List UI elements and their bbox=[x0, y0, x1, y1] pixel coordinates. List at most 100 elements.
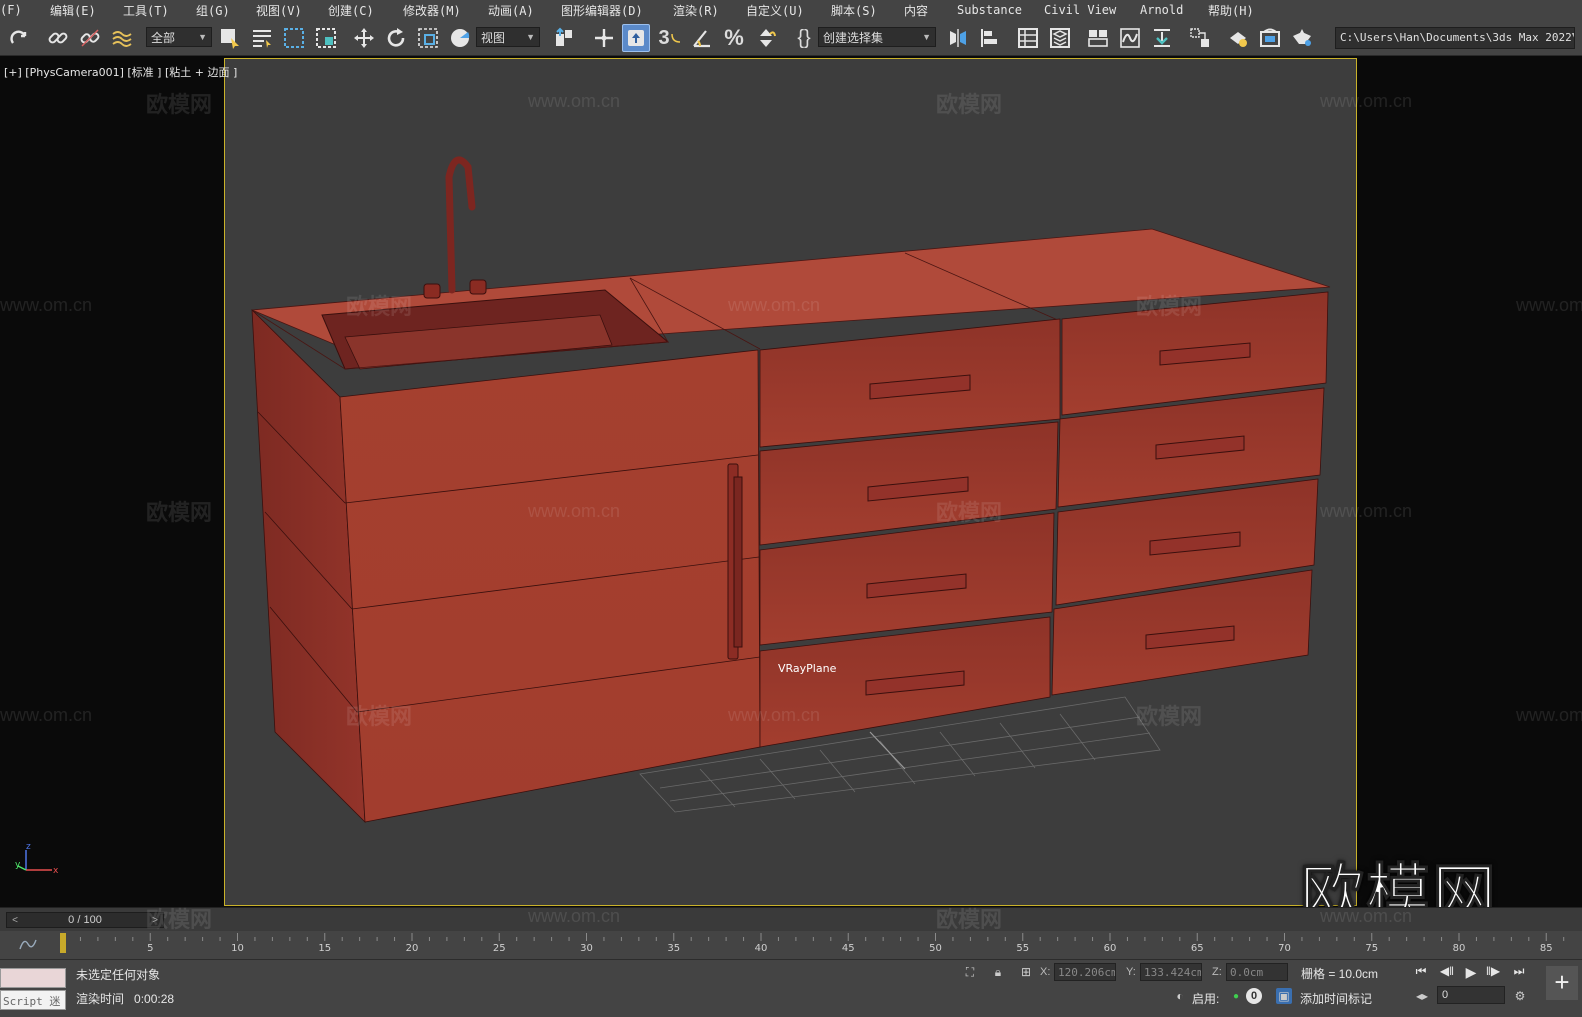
menu-civil-view[interactable]: Civil View bbox=[1044, 3, 1116, 17]
status-indicator-icon: ● bbox=[1232, 991, 1240, 1002]
named-selection-value: 创建选择集 bbox=[823, 30, 884, 45]
absolute-mode-icon[interactable]: ⊞ bbox=[1018, 964, 1034, 980]
time-tag-icon[interactable]: ▣ bbox=[1276, 988, 1292, 1004]
menu-scripting[interactable]: 脚本(S) bbox=[831, 2, 877, 19]
lock-icon[interactable]: 🔒︎ bbox=[990, 964, 1006, 980]
material-editor-icon[interactable] bbox=[1186, 24, 1214, 52]
menu-animation[interactable]: 动画(A) bbox=[488, 2, 534, 19]
watermark-url: www.om.cn bbox=[528, 906, 621, 926]
menu-help[interactable]: 帮助(H) bbox=[1208, 2, 1254, 19]
scene-render bbox=[251, 156, 1331, 824]
snaps-toggle-icon[interactable]: 3 bbox=[656, 24, 684, 52]
menu-customize[interactable]: 自定义(U) bbox=[746, 2, 804, 19]
select-manipulate-icon[interactable] bbox=[590, 24, 618, 52]
rect-selection-region-icon[interactable] bbox=[280, 24, 308, 52]
key-mode-icon[interactable]: ◂▸ bbox=[1414, 988, 1430, 1004]
viewport-label[interactable]: [+] [PhysCamera001] [标准 ] [粘土 + 边面 ] bbox=[4, 64, 237, 80]
maxscript-listener[interactable]: Script 迷 bbox=[0, 968, 66, 1012]
percent-snap-icon[interactable]: % bbox=[720, 24, 748, 52]
maxscript-output[interactable] bbox=[0, 968, 66, 988]
ref-coord-dropdown[interactable]: 视图 ▼ bbox=[476, 27, 540, 47]
angle-snap-icon[interactable] bbox=[688, 24, 716, 52]
axis-z-label: z bbox=[26, 842, 31, 852]
time-configuration-icon[interactable]: ⚙ bbox=[1512, 988, 1528, 1004]
menu-rendering[interactable]: 渲染(R) bbox=[673, 2, 719, 19]
chevron-down-icon: ▼ bbox=[922, 32, 931, 42]
select-by-name-icon[interactable] bbox=[248, 24, 276, 52]
place-icon[interactable] bbox=[446, 24, 474, 52]
object-label-vrayplane: VRayPlane bbox=[778, 662, 837, 675]
menu-edit[interactable]: 编辑(E) bbox=[50, 2, 96, 19]
render-production-icon[interactable] bbox=[1288, 24, 1316, 52]
menu-substance[interactable]: Substance bbox=[957, 3, 1022, 17]
menu-graph-editors[interactable]: 图形编辑器(D) bbox=[561, 2, 643, 19]
main-toolbar: 全部 ▼ 视图 ▼ 3 % {} 创建选择集 ▼ C:\Users\Han\Do… bbox=[0, 20, 1582, 56]
add-time-tag[interactable]: 添加时间标记 bbox=[1300, 990, 1372, 1007]
align-icon[interactable] bbox=[976, 24, 1004, 52]
project-folder-dropdown[interactable]: C:\Users\Han\Documents\3ds Max 2022▼ bbox=[1335, 27, 1575, 49]
scale-icon[interactable] bbox=[414, 24, 442, 52]
maxscript-input[interactable]: Script 迷 bbox=[0, 990, 66, 1010]
mirror-icon[interactable] bbox=[944, 24, 972, 52]
watermark-url: www.om.cn bbox=[0, 295, 93, 315]
viewport[interactable]: [+] [PhysCamera001] [标准 ] [粘土 + 边面 ] 欧模网… bbox=[0, 57, 1582, 907]
bind-spacewarp-icon[interactable] bbox=[108, 24, 136, 52]
watermark-url: www.om.cn bbox=[528, 91, 621, 111]
track-tick-label: 85 bbox=[1540, 943, 1553, 954]
create-panel-icon[interactable]: + bbox=[1546, 966, 1578, 1000]
scene-explorer-icon[interactable] bbox=[1014, 24, 1042, 52]
select-object-icon[interactable] bbox=[216, 24, 244, 52]
track-bar[interactable]: 0510152025303540455055606570758085 bbox=[0, 931, 1582, 959]
pivot-center-icon[interactable] bbox=[550, 24, 578, 52]
menu-modifiers[interactable]: 修改器(M) bbox=[403, 2, 461, 19]
track-tick-label: 15 bbox=[318, 943, 331, 954]
z-coordinate-field[interactable]: 0.0cm bbox=[1226, 963, 1288, 981]
play-icon[interactable]: ▶ bbox=[1462, 964, 1480, 980]
x-coordinate-field[interactable]: 120.206cm bbox=[1054, 963, 1116, 981]
menu-view[interactable]: 视图(V) bbox=[256, 2, 302, 19]
next-frame-icon[interactable]: ‖▶ bbox=[1484, 964, 1502, 980]
rotate-icon[interactable] bbox=[382, 24, 410, 52]
isolate-selection-icon[interactable]: ⛶ bbox=[962, 964, 978, 980]
sink-cabinet-front bbox=[339, 349, 761, 823]
unlink-icon[interactable] bbox=[76, 24, 104, 52]
named-selection-dropdown[interactable]: 创建选择集 ▼ bbox=[818, 27, 936, 47]
render-setup-icon[interactable] bbox=[1224, 24, 1252, 52]
menu-tools[interactable]: 工具(T) bbox=[123, 2, 169, 19]
adaptive-degradation-icon[interactable]: ◐ bbox=[1172, 988, 1188, 1004]
menu-content[interactable]: 内容 bbox=[904, 2, 928, 19]
schematic-view-icon[interactable] bbox=[1148, 24, 1176, 52]
track-tick-label: 30 bbox=[580, 943, 593, 954]
go-to-end-icon[interactable]: ⏭ bbox=[1510, 964, 1528, 980]
window-crossing-icon[interactable] bbox=[312, 24, 340, 52]
toggle-ribbon-icon[interactable] bbox=[1084, 24, 1112, 52]
chevron-left-icon[interactable]: < bbox=[7, 915, 23, 926]
previous-frame-icon[interactable]: ◀‖ bbox=[1438, 964, 1456, 980]
watermark-url: www.om.cn bbox=[728, 705, 821, 725]
selection-filter-dropdown[interactable]: 全部 ▼ bbox=[146, 27, 212, 47]
go-to-start-icon[interactable]: ⏮ bbox=[1412, 964, 1430, 980]
menu-arnold[interactable]: Arnold bbox=[1140, 3, 1183, 17]
watermark: 欧模网 bbox=[1136, 294, 1203, 319]
link-icon[interactable] bbox=[44, 24, 72, 52]
time-slider[interactable]: < 0 / 100 > bbox=[6, 912, 164, 928]
enable-count-badge[interactable]: 0 bbox=[1246, 988, 1262, 1004]
menu-file[interactable]: (F) bbox=[0, 3, 22, 17]
time-slider-value: 0 / 100 bbox=[68, 914, 102, 926]
curve-editor-icon[interactable] bbox=[1116, 24, 1144, 52]
move-icon[interactable] bbox=[350, 24, 378, 52]
track-tick-label: 45 bbox=[842, 943, 855, 954]
y-coordinate-field[interactable]: 133.424cm bbox=[1140, 963, 1202, 981]
keyboard-shortcut-override-icon[interactable] bbox=[622, 24, 650, 52]
layer-explorer-icon[interactable] bbox=[1046, 24, 1074, 52]
spinner-snap-icon[interactable] bbox=[752, 24, 780, 52]
edit-named-selection-icon[interactable]: {} bbox=[790, 24, 818, 52]
menu-group[interactable]: 组(G) bbox=[196, 2, 230, 19]
current-frame-field[interactable]: 0 bbox=[1437, 986, 1505, 1004]
door-handle bbox=[727, 463, 743, 660]
rendered-frame-window-icon[interactable] bbox=[1256, 24, 1284, 52]
redo-icon[interactable] bbox=[6, 24, 34, 52]
track-tick-label: 20 bbox=[406, 943, 419, 954]
menu-create[interactable]: 创建(C) bbox=[328, 2, 374, 19]
time-marker[interactable] bbox=[60, 933, 66, 953]
